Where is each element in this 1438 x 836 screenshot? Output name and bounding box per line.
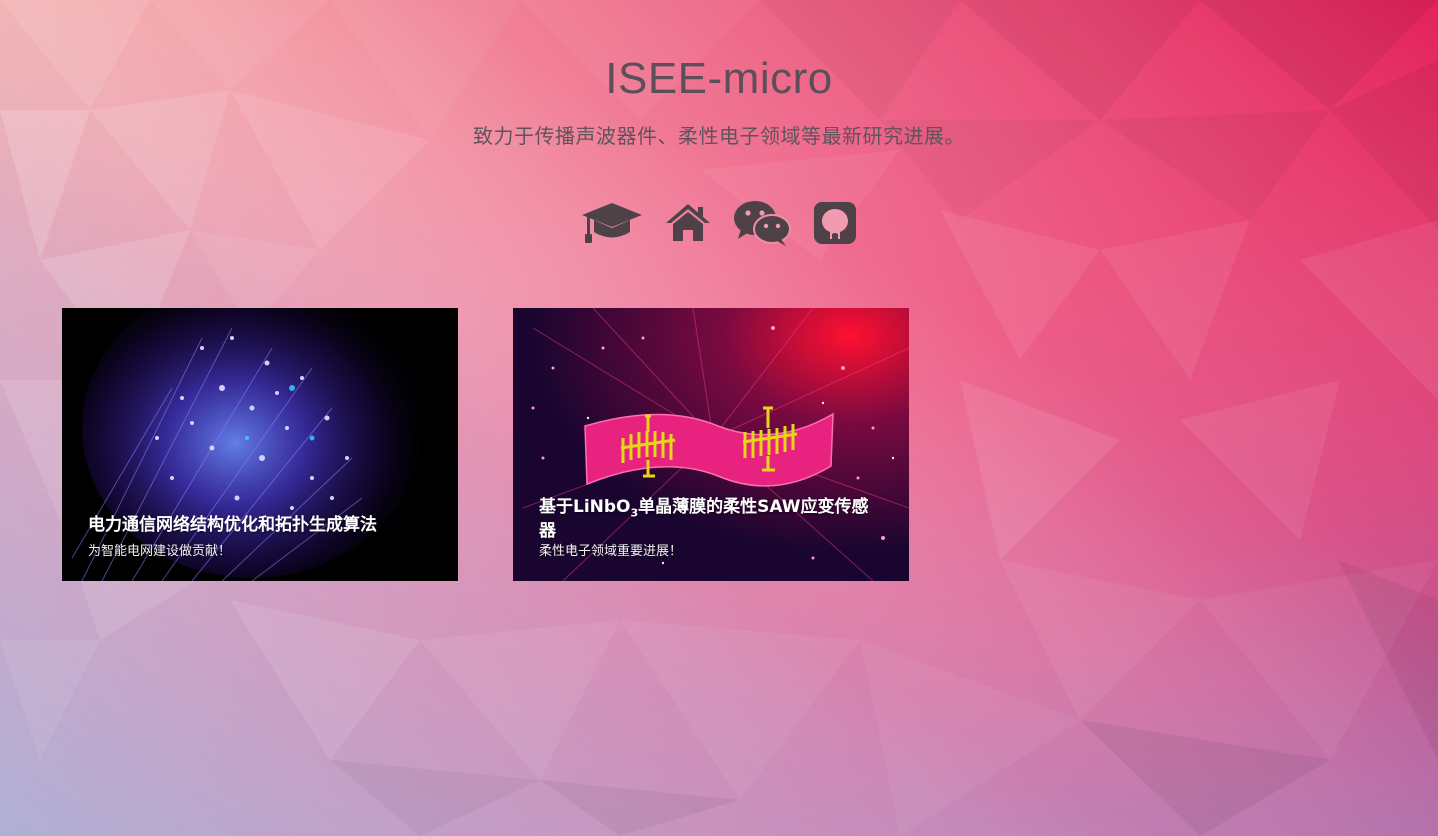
home-icon[interactable] (665, 198, 711, 248)
post-description: 为智能电网建设做贡献！ (88, 544, 232, 559)
site-title: ISEE-micro (605, 54, 833, 103)
page: ISEE-micro 致力于传播声波器件、柔性电子领域等最新研究进展。 电力通信… (0, 0, 1438, 836)
post-title[interactable]: 基于LiNbO3单晶薄膜的柔性SAW应变传感器 (539, 497, 885, 541)
post-title[interactable]: 电力通信网络结构优化和拓扑生成算法 (88, 516, 434, 535)
social-links (0, 198, 1438, 248)
post-description: 柔性电子领域重要进展！ (539, 544, 683, 559)
github-icon[interactable] (813, 198, 857, 248)
wechat-icon[interactable] (733, 198, 791, 248)
site-subtitle: 致力于传播声波器件、柔性电子领域等最新研究进展。 (473, 124, 965, 148)
post-card-2[interactable]: 基于LiNbO3单晶薄膜的柔性SAW应变传感器 柔性电子领域重要进展！ (513, 308, 909, 581)
post-card-1[interactable]: 电力通信网络结构优化和拓扑生成算法 为智能电网建设做贡献！ (62, 308, 458, 581)
graduation-cap-icon[interactable] (581, 198, 643, 248)
post-title-prefix: 基于LiNbO (539, 497, 631, 517)
